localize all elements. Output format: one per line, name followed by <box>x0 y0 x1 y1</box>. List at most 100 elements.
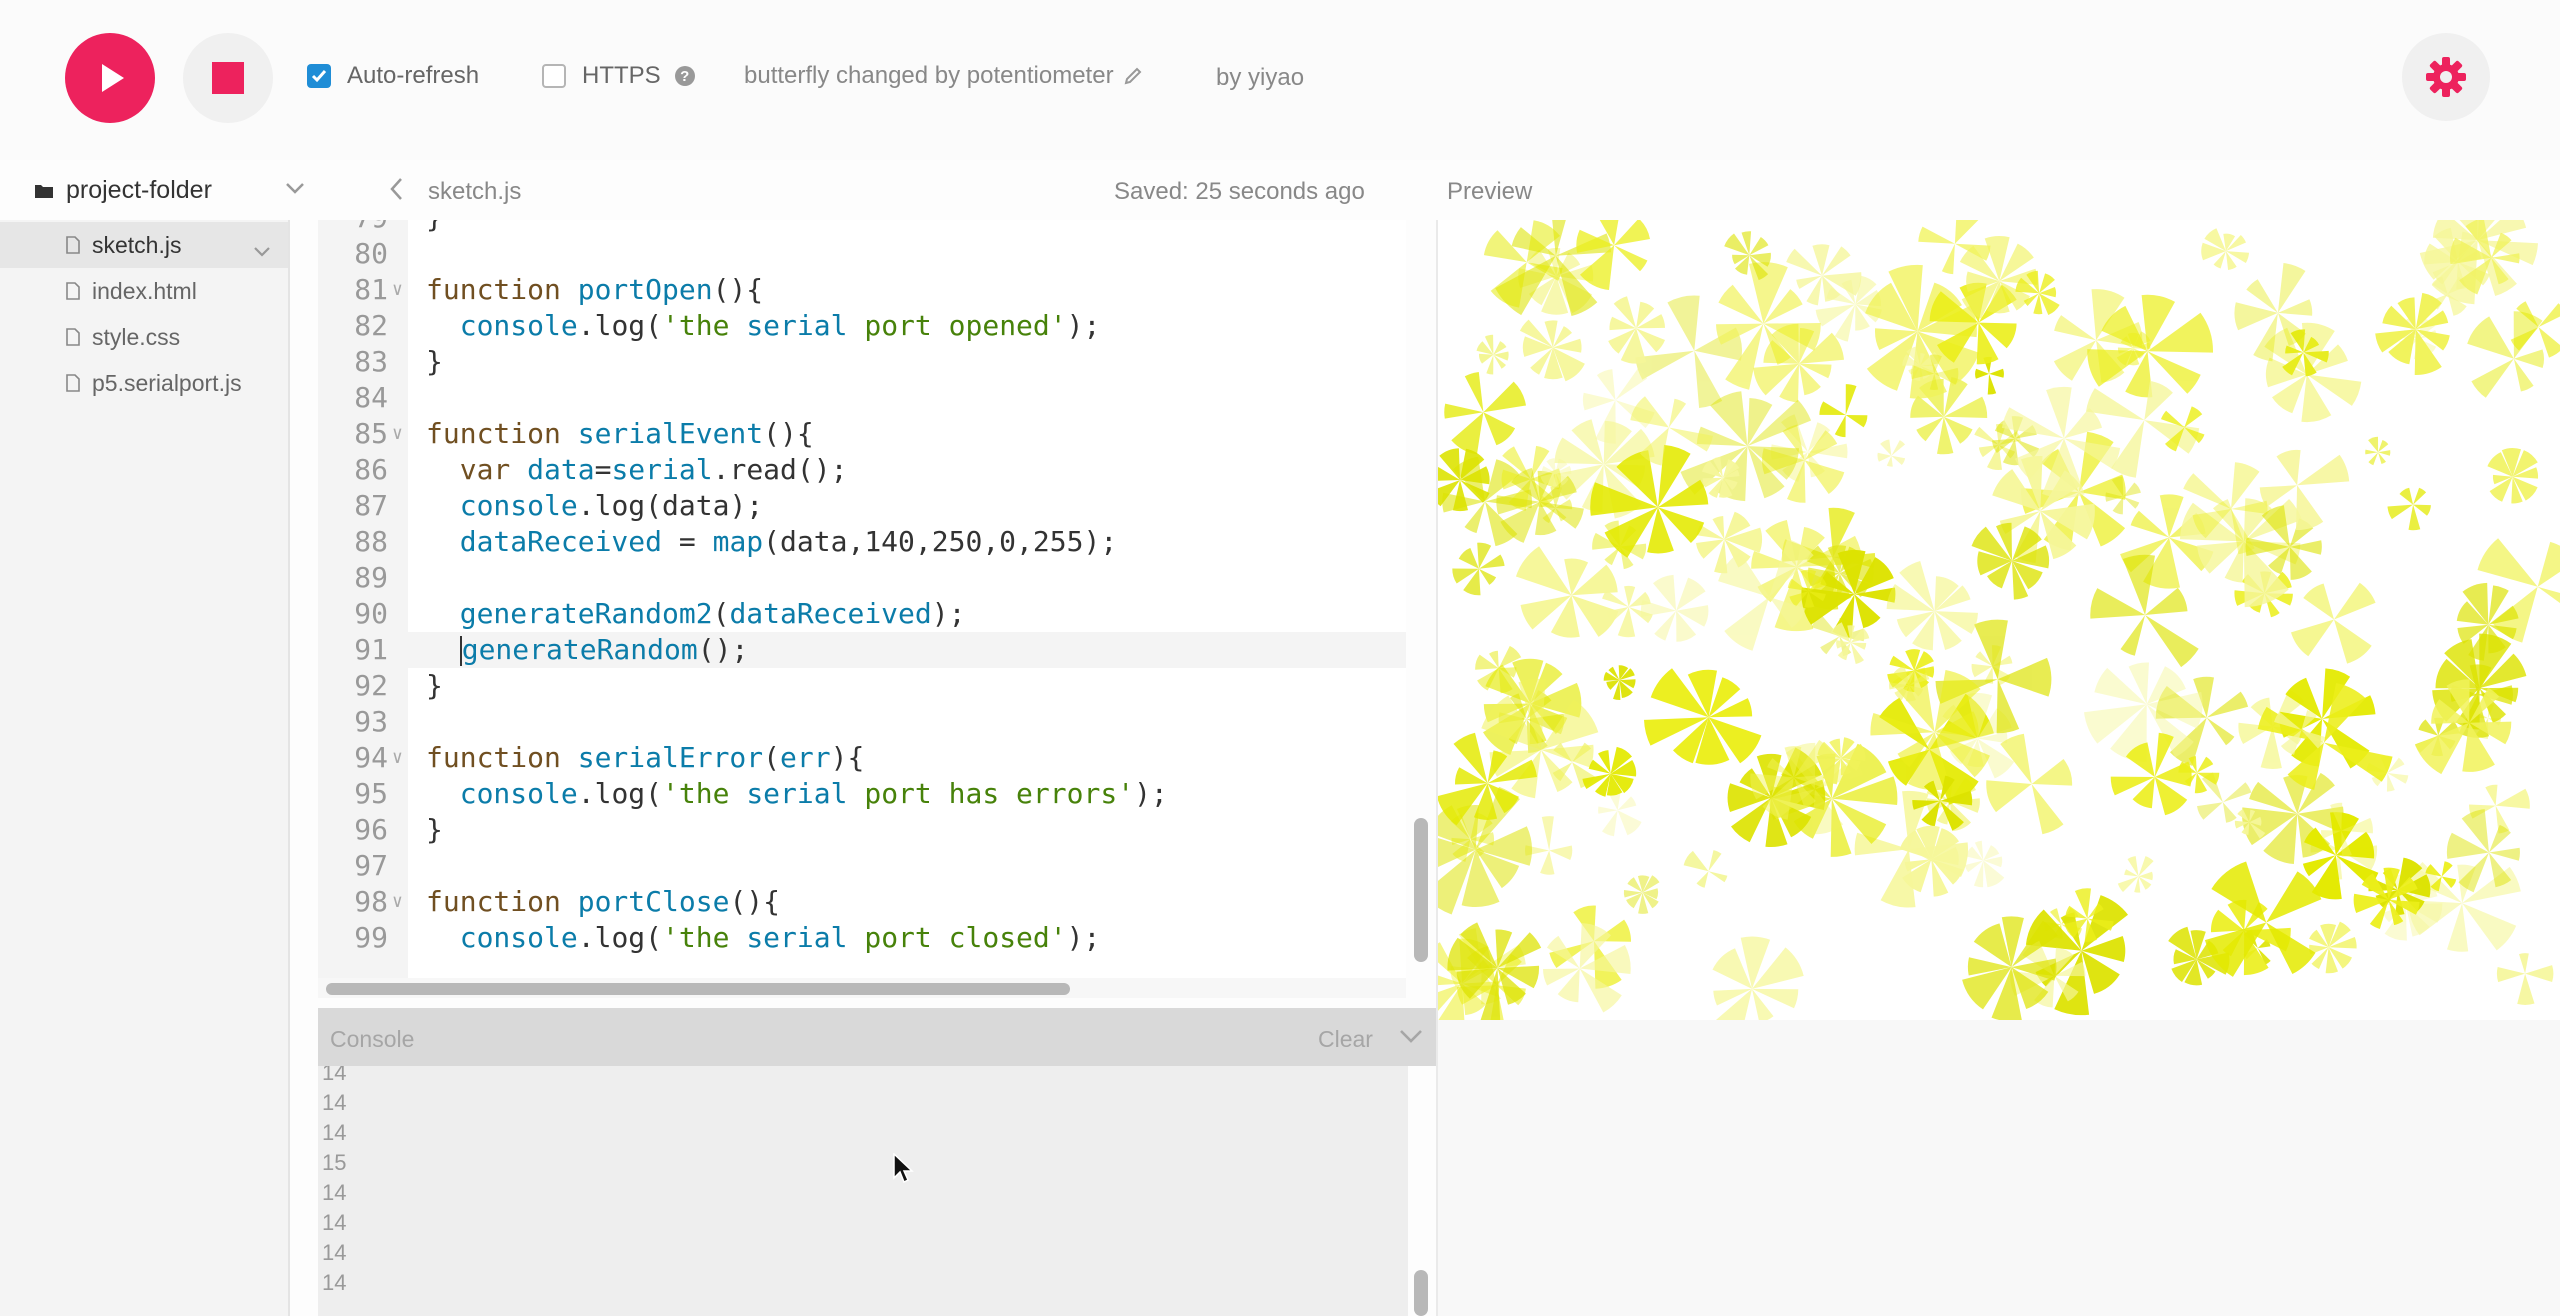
gear-icon <box>2426 57 2466 97</box>
code-line[interactable]: 96} <box>318 812 1406 848</box>
line-number: 91 <box>354 633 388 666</box>
line-number: 99 <box>354 921 388 954</box>
code-text: function serialError(err){ <box>426 741 865 774</box>
console-line: 14 <box>322 1066 347 1085</box>
auto-refresh-checkbox[interactable] <box>307 64 331 88</box>
fold-chevron-icon[interactable]: ∨ <box>392 416 403 452</box>
line-number: 97 <box>354 849 388 882</box>
code-line[interactable]: 98 ∨ function portClose(){ <box>318 884 1406 920</box>
code-line[interactable]: 86 var data=serial.read(); <box>318 452 1406 488</box>
settings-button[interactable] <box>2402 33 2490 121</box>
code-line[interactable]: 93 <box>318 704 1406 740</box>
butterfly-shape <box>1870 667 1990 791</box>
code-text: function portOpen(){ <box>426 273 764 306</box>
chevron-down-icon[interactable] <box>1398 1026 1424 1051</box>
code-line[interactable]: 95 console.log('the serial port has erro… <box>318 776 1406 812</box>
butterfly-shape <box>2090 554 2199 668</box>
code-line[interactable]: 91 generateRandom(); <box>318 632 1406 668</box>
line-number: 82 <box>354 309 388 342</box>
code-line[interactable]: 83} <box>318 344 1406 380</box>
console-line: 14 <box>322 1180 347 1205</box>
help-icon[interactable]: ? <box>674 66 695 86</box>
file-item-sketch-js[interactable]: sketch.js <box>0 222 288 268</box>
butterfly-shape <box>1576 220 1650 290</box>
line-number: 85 <box>354 417 388 450</box>
code-line[interactable]: 82 console.log('the serial port opened')… <box>318 308 1406 344</box>
console-scroll-thumb[interactable] <box>1414 1270 1428 1316</box>
preview-label: Preview <box>1447 178 1533 205</box>
sketch-title[interactable]: butterfly changed by potentiometer <box>744 62 1144 90</box>
vertical-scroll-thumb[interactable] <box>1414 818 1428 962</box>
fold-chevron-icon[interactable]: ∨ <box>392 884 403 920</box>
code-line[interactable]: 87 console.log(data); <box>318 488 1406 524</box>
line-number: 90 <box>354 597 388 630</box>
play-button[interactable] <box>65 33 155 123</box>
butterfly-shape <box>1476 334 1509 375</box>
line-number: 93 <box>354 705 388 738</box>
horizontal-scrollbar[interactable] <box>318 978 1406 998</box>
sketch-canvas[interactable] <box>1438 220 2560 1020</box>
code-line[interactable]: 84 <box>318 380 1406 416</box>
code-line[interactable]: 79} <box>318 220 1406 236</box>
console-title: Console <box>330 1026 415 1052</box>
pencil-icon[interactable] <box>1122 65 1144 87</box>
code-editor[interactable]: 79}8081∨function portOpen(){82 console.l… <box>318 220 1406 978</box>
chevron-down-icon[interactable] <box>284 180 306 201</box>
code-line[interactable]: 90 generateRandom2(dataReceived); <box>318 596 1406 632</box>
file-item-style-css[interactable]: style.css <box>0 314 288 360</box>
butterfly-shape <box>1683 850 1728 888</box>
butterfly-artwork <box>1438 220 2560 1020</box>
console-line: 14 <box>322 1210 347 1235</box>
console-line: 14 <box>322 1240 347 1265</box>
butterfly-shape <box>1525 816 1573 875</box>
butterfly-shape <box>2309 921 2357 974</box>
folder-icon <box>35 184 53 198</box>
fold-chevron-icon[interactable]: ∨ <box>392 272 403 308</box>
code-line[interactable]: 80 <box>318 236 1406 272</box>
code-text: function serialEvent(){ <box>426 417 814 450</box>
code-line[interactable]: 99 console.log('the serial port closed')… <box>318 920 1406 956</box>
code-text: var data=serial.read(); <box>459 453 848 486</box>
project-folder[interactable]: project-folder <box>34 176 212 205</box>
code-line[interactable]: 89 <box>318 560 1406 596</box>
fold-chevron-icon[interactable]: ∨ <box>392 740 403 776</box>
butterfly-shape <box>2201 228 2249 270</box>
butterfly-shape <box>1986 733 2073 835</box>
horizontal-scroll-thumb[interactable] <box>326 983 1070 995</box>
butterfly-shape <box>1519 319 1585 382</box>
https-checkbox[interactable] <box>542 64 566 88</box>
code-line[interactable]: 81 ∨ function portOpen(){ <box>318 272 1406 308</box>
chevron-left-icon[interactable] <box>388 176 404 207</box>
file-item-index-html[interactable]: index.html <box>0 268 288 314</box>
code-line[interactable]: 85 ∨ function serialEvent(){ <box>318 416 1406 452</box>
code-line[interactable]: 97 <box>318 848 1406 884</box>
butterfly-shape <box>1712 936 1804 1020</box>
line-number: 92 <box>354 669 388 702</box>
console-output[interactable]: 14 14 14 15 14 14 14 14 <box>318 1066 1408 1316</box>
code-line[interactable]: 92} <box>318 668 1406 704</box>
butterfly-shape <box>1830 622 1870 664</box>
line-number: 87 <box>354 489 388 522</box>
code-text: console.log('the serial port closed'); <box>459 921 1101 954</box>
console-line: 15 <box>322 1150 347 1175</box>
line-number: 84 <box>354 381 388 414</box>
butterfly-shape <box>1886 561 1978 651</box>
butterfly-shape <box>1959 236 2038 319</box>
https-option[interactable]: HTTPS ? <box>542 62 695 90</box>
saved-status: Saved: 25 seconds ago <box>1114 178 1365 205</box>
code-text: } <box>426 345 443 378</box>
butterfly-shape <box>1635 295 1742 408</box>
sketch-title-text: butterfly changed by potentiometer <box>744 62 1114 89</box>
chevron-down-icon[interactable] <box>252 238 272 265</box>
code-line[interactable]: 94 ∨ function serialError(err){ <box>318 740 1406 776</box>
console-clear-button[interactable]: Clear <box>1318 1026 1373 1053</box>
auto-refresh-option[interactable]: Auto-refresh <box>307 62 479 90</box>
file-item-p5-serialport-js[interactable]: p5.serialport.js <box>0 360 288 406</box>
code-text: console.log('the serial port opened'); <box>459 309 1101 342</box>
author-label[interactable]: by yiyao <box>1216 64 1304 92</box>
code-line[interactable]: 88 dataReceived = map(data,140,250,0,255… <box>318 524 1406 560</box>
console-line: 14 <box>322 1270 347 1295</box>
stop-button[interactable] <box>183 33 273 123</box>
file-icon <box>66 236 80 254</box>
butterfly-shape <box>2487 448 2539 504</box>
